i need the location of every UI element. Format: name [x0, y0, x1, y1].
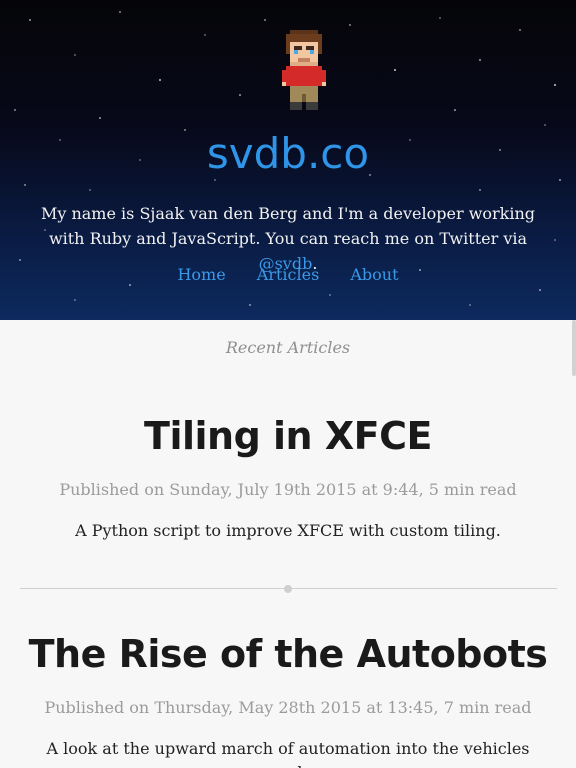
- article-item: The Rise of the Autobots Published on Th…: [20, 629, 556, 768]
- divider-dot-icon: [284, 585, 292, 593]
- article-title-link[interactable]: The Rise of the Autobots: [20, 629, 556, 679]
- pixel-avatar-icon: [282, 30, 326, 110]
- main-nav: Home Articles About: [0, 263, 576, 287]
- article-meta: Published on Thursday, May 28th 2015 at …: [44, 698, 532, 717]
- article-meta: Published on Sunday, July 19th 2015 at 9…: [59, 480, 517, 499]
- site-title-link[interactable]: svdb.co: [0, 126, 576, 182]
- section-title: Recent Articles: [225, 338, 351, 357]
- intro-text-body: My name is Sjaak van den Berg and I'm a …: [40, 204, 536, 248]
- nav-item-about[interactable]: About: [350, 265, 398, 284]
- article-title-link[interactable]: Tiling in XFCE: [20, 411, 556, 461]
- main-content: Recent Articles Tiling in XFCE Published…: [0, 320, 576, 768]
- article-excerpt: A Python script to improve XFCE with cus…: [75, 521, 501, 540]
- article-excerpt: A look at the upward march of automation…: [46, 739, 530, 768]
- article-item: Tiling in XFCE Published on Sunday, July…: [20, 411, 556, 543]
- site-header: svdb.co My name is Sjaak van den Berg an…: [0, 0, 576, 320]
- nav-item-home[interactable]: Home: [177, 265, 225, 284]
- nav-item-articles[interactable]: Articles: [257, 265, 320, 284]
